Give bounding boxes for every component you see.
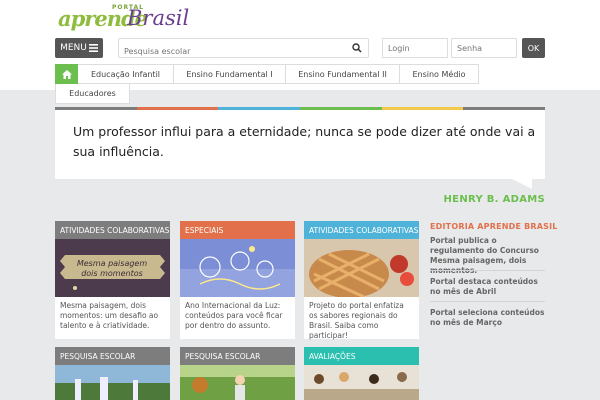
login-field[interactable] [382,38,448,58]
quote-author: HENRY B. ADAMS [443,194,545,205]
card-image [304,365,419,400]
card-category: PESQUISA ESCOLAR [180,347,295,365]
card-image [180,239,295,297]
card-category: ESPECIAIS [180,221,295,239]
sidebar-item-marco[interactable]: Portal seleciona conteúdos no mês de Mar… [430,308,545,328]
nav-item-educacao-infantil[interactable]: Educação Infantil [78,64,174,84]
password-field[interactable] [451,38,517,58]
card-pesquisa-2[interactable]: PESQUISA ESCOLAR [180,347,295,400]
illustration-graphic [180,239,295,297]
home-icon [61,69,72,79]
sidebar-title: EDITORIA APRENDE BRASIL [430,222,558,231]
quote-tail [512,179,532,189]
search-icon[interactable] [352,43,362,53]
kids-photo-graphic [180,365,295,400]
card-image: Mesma paisagem dois momentos [55,239,170,297]
card-pesquisa-1[interactable]: PESQUISA ESCOLAR [55,347,170,400]
nav-item-ensino-medio[interactable]: Ensino Médio [400,64,479,84]
search-input[interactable] [119,42,344,61]
card-category: ATIVIDADES COLABORATIVAS [55,221,170,239]
menu-button[interactable]: MENU [55,38,103,58]
nav-item-fundamental-1[interactable]: Ensino Fundamental I [174,64,286,84]
quote-color-strip [55,107,546,110]
ok-button[interactable]: OK [522,38,545,58]
pie-photo-graphic [304,239,419,297]
nav-home[interactable] [55,64,78,84]
menu-label: MENU [60,43,87,53]
card-text: Projeto do portal enfatiza os sabores re… [309,301,404,340]
nav-item-fundamental-2[interactable]: Ensino Fundamental II [286,64,400,84]
card-image [304,239,419,297]
sidebar-divider [430,270,545,271]
card-image [180,365,295,400]
card-text: Mesma paisagem, dois momentos: um desafi… [60,301,159,330]
card-sabores[interactable]: ATIVIDADES COLABORATIVAS Projeto do port… [304,221,419,340]
card-text: Ano Internacional da Luz: conteúdos para… [185,301,283,330]
card-avaliacoes[interactable]: AVALIAÇÕES [304,347,419,400]
banner-line-2: dois momentos [81,269,143,278]
card-image [55,365,170,400]
classroom-photo-graphic [304,365,419,400]
waterfall-photo-graphic [55,365,170,400]
banner-line-1: Mesma paisagem [77,259,148,268]
card-category: PESQUISA ESCOLAR [55,347,170,365]
sidebar-divider [430,301,545,302]
quote-text: Um professor influi para a eternidade; n… [73,124,536,159]
card-category: ATIVIDADES COLABORATIVAS [304,221,419,239]
hamburger-icon [88,44,98,52]
nav-item-educadores[interactable]: Educadores [55,84,130,104]
sidebar-item-abril[interactable]: Portal destaca conteúdos no mês de Abril [430,277,545,297]
card-ano-luz[interactable]: ESPECIAIS Ano Internacional da Luz: cont… [180,221,295,339]
search-box [118,38,369,61]
card-mesma-paisagem[interactable]: ATIVIDADES COLABORATIVAS Mesma paisagem … [55,221,170,339]
card-category: AVALIAÇÕES [304,347,419,365]
banner-graphic: Mesma paisagem dois momentos [55,239,170,297]
logo-brasil: Brasil [127,6,190,30]
main-nav: Educação Infantil Ensino Fundamental I E… [55,64,479,84]
